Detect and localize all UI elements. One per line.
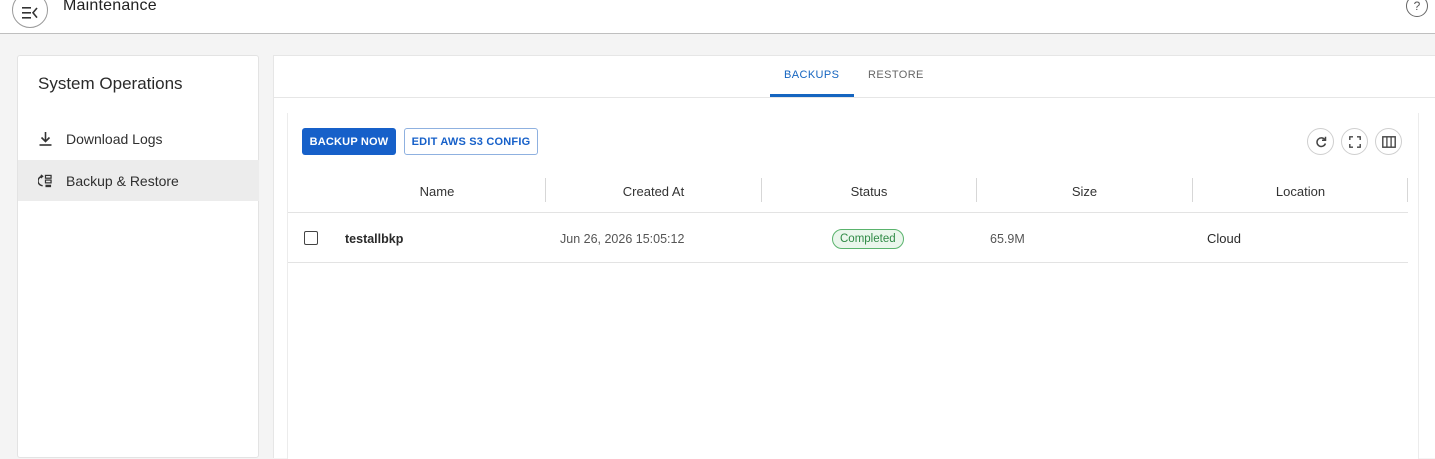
sidebar-item-label: Backup & Restore (66, 172, 179, 189)
page-title: Maintenance (63, 0, 157, 14)
cell-location: Cloud (1207, 231, 1241, 246)
sidebar-item-download-logs[interactable]: Download Logs (18, 118, 259, 159)
tab-backups[interactable]: BACKUPS (784, 69, 839, 81)
cell-size: 65.9M (990, 231, 1025, 246)
backups-panel: BACKUP NOW EDIT AWS S3 CONFIG Name Creat… (287, 113, 1419, 459)
tab-bar: BACKUPS RESTORE (274, 56, 1435, 98)
sidebar-title: System Operations (38, 74, 183, 93)
active-tab-indicator (770, 94, 854, 97)
download-icon (38, 131, 52, 146)
edit-aws-s3-config-button[interactable]: EDIT AWS S3 CONFIG (404, 128, 538, 155)
fullscreen-icon[interactable] (1341, 128, 1368, 155)
table-header: Name Created At Status Size Location (288, 169, 1408, 213)
menu-collapse-glyph (22, 7, 38, 19)
column-resize-handle[interactable] (1407, 178, 1408, 202)
cell-name: testallbkp (345, 231, 404, 246)
row-checkbox[interactable] (304, 231, 318, 245)
menu-collapse-icon[interactable] (12, 0, 48, 28)
column-header-location[interactable]: Location (1193, 169, 1408, 213)
column-header-status[interactable]: Status (762, 169, 976, 213)
backup-now-button[interactable]: BACKUP NOW (302, 128, 396, 155)
tab-restore[interactable]: RESTORE (868, 69, 924, 81)
cell-created-at: Jun 26, 2026 15:05:12 (560, 231, 685, 246)
sidebar-item-backup-restore[interactable]: Backup & Restore (18, 160, 259, 201)
table-row[interactable]: testallbkp Jun 26, 2026 15:05:12 Complet… (288, 214, 1408, 263)
refresh-icon[interactable] (1307, 128, 1334, 155)
help-icon[interactable]: ? (1406, 0, 1428, 17)
column-header-created-at[interactable]: Created At (546, 169, 761, 213)
columns-icon[interactable] (1375, 128, 1402, 155)
column-header-name[interactable]: Name (328, 169, 546, 213)
sidebar: System Operations Download Logs Backup &… (17, 55, 259, 458)
top-bar: Maintenance ? (0, 0, 1435, 34)
column-header-size[interactable]: Size (977, 169, 1192, 213)
sidebar-item-label: Download Logs (66, 130, 163, 147)
backup-restore-icon (38, 173, 52, 188)
main-content: BACKUPS RESTORE BACKUP NOW EDIT AWS S3 C… (273, 55, 1435, 459)
status-badge: Completed (832, 229, 904, 249)
